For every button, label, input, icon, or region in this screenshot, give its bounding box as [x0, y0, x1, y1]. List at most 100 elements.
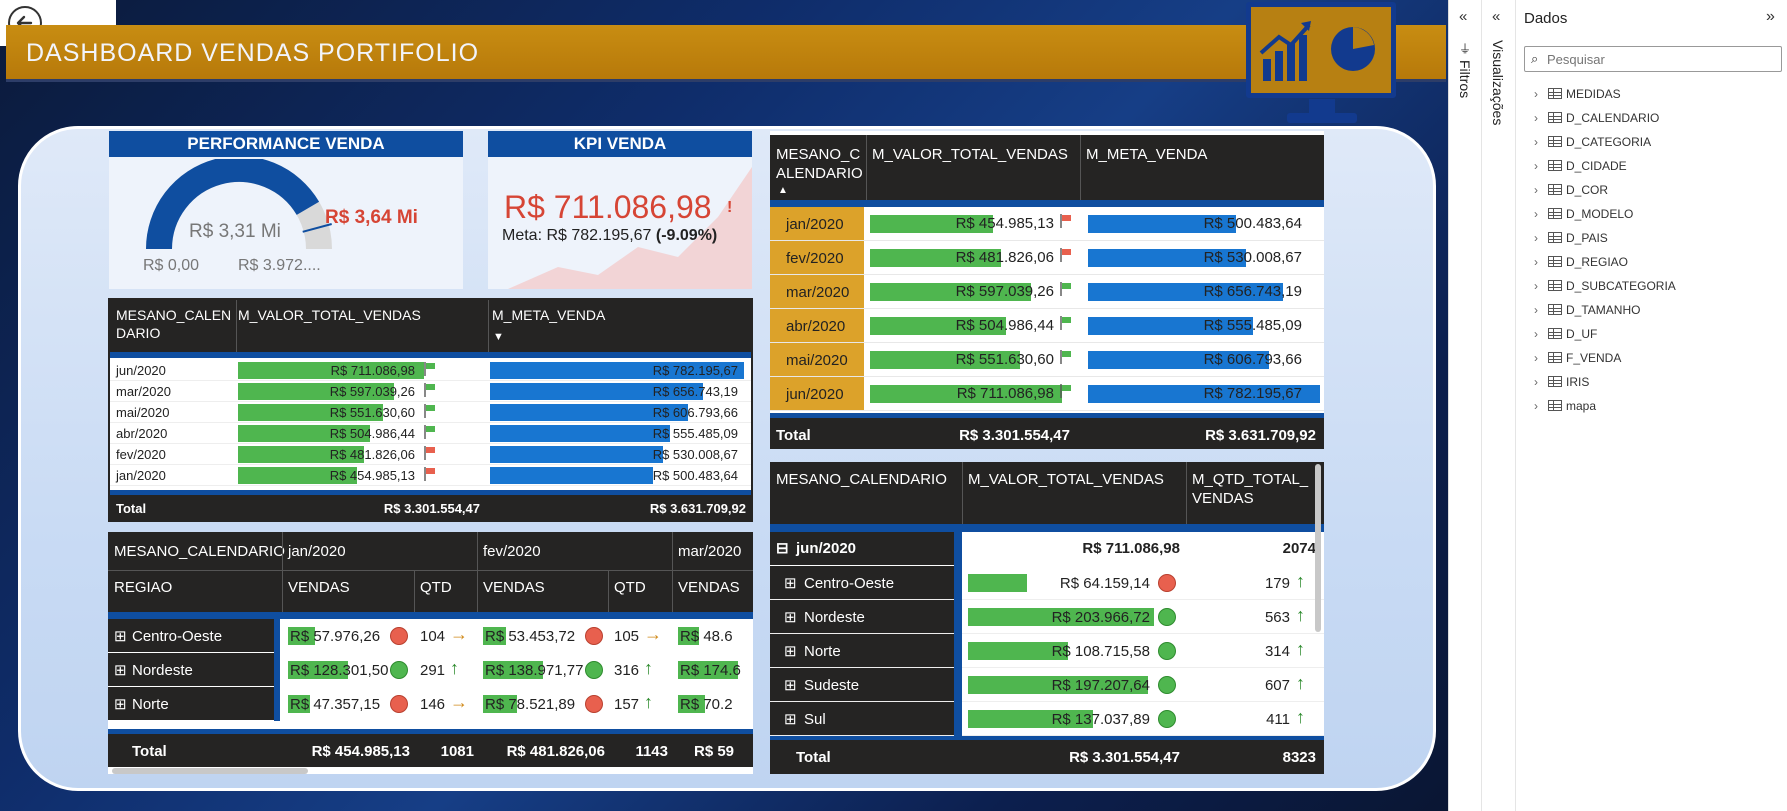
expand-icon[interactable]: ⊞ [114, 627, 127, 645]
table-icon [1548, 400, 1562, 411]
matrix-row[interactable]: ⊞ Nordeste R$ 203.966,72 563 ↑ [770, 566, 1324, 634]
matrix-header-valor[interactable]: M_VALOR_TOTAL_VENDAS [968, 470, 1164, 489]
search-input-box[interactable]: ⌕ [1524, 46, 1782, 72]
expand-icon[interactable]: ⊞ [784, 676, 797, 694]
visualizations-label[interactable]: Visualizações [1490, 40, 1506, 125]
table-sales-meta-left[interactable]: MESANO_CALEN DARIO M_VALOR_TOTAL_VENDAS … [108, 298, 753, 522]
chevron-right-icon[interactable]: › [1534, 299, 1546, 321]
col-header-meta[interactable]: M_META_VENDA [1086, 145, 1207, 164]
chevron-right-icon[interactable]: › [1534, 395, 1546, 417]
expand-icon[interactable]: ⊞ [784, 642, 797, 660]
table-row[interactable]: jun/2020 R$ 711.086,98 R$ 782.195,67 [110, 360, 751, 381]
chevron-right-icon[interactable]: › [1534, 179, 1546, 201]
filters-pane-collapsed[interactable]: « ⏚ Filtros [1448, 0, 1482, 811]
field-iris[interactable]: › IRIS [1534, 371, 1589, 393]
field-label: IRIS [1566, 375, 1590, 389]
expand-pane-icon[interactable]: » [1766, 8, 1775, 26]
col-header-valor[interactable]: M_VALOR_TOTAL_VENDAS [238, 306, 421, 325]
collapse-icon[interactable]: ⊟ [776, 539, 789, 557]
col-header-mesano[interactable]: MESANO_CALEN DARIO [116, 306, 231, 342]
field-d_uf[interactable]: › D_UF [1534, 323, 1597, 345]
table-row[interactable]: jan/2020 R$ 454.985,13 R$ 500.483,64 [110, 465, 751, 486]
flag-icon [424, 425, 435, 439]
field-mapa[interactable]: › mapa [1534, 395, 1596, 417]
kpi-meta: Meta: R$ 782.195,67 (-9.09%) [502, 227, 718, 244]
matrix-row[interactable]: ⊞ Centro-Oeste R$ 57.976,26 104 → R$ 53.453,7… [108, 619, 753, 653]
table-row[interactable]: jan/2020 R$ 454.985,13 R$ 500.483,64 [770, 207, 1324, 241]
chevron-right-icon[interactable]: › [1534, 131, 1546, 153]
matrix-row[interactable]: ⊞ Nordeste R$ 128.301,50 291 ↑ R$ 138.971,77 3… [108, 653, 753, 687]
kpi-card[interactable]: KPI VENDA R$ 711.086,98 ! Meta: R$ 782.1… [488, 131, 752, 289]
col-header-valor[interactable]: M_VALOR_TOTAL_VENDAS [872, 145, 1068, 164]
matrix-row[interactable]: ⊞ Norte R$ 108.715,58 314 ↑ [770, 600, 1324, 668]
sort-asc-icon: ▲ [778, 185, 788, 196]
chevron-right-icon[interactable]: › [1534, 107, 1546, 129]
field-d_cidade[interactable]: › D_CIDADE [1534, 155, 1627, 177]
chevron-right-icon[interactable]: › [1534, 227, 1546, 249]
status-icon [1158, 608, 1176, 626]
expand-icon[interactable]: ⊞ [784, 710, 797, 728]
matrix-header-mesano[interactable]: MESANO_CALENDARIO [776, 470, 947, 489]
matrix-regions-month[interactable]: MESANO_CALENDARIO REGIAO jan/2020 fev/20… [108, 532, 753, 774]
month-cell: mar/2020 [116, 384, 171, 399]
expand-icon[interactable]: ⊞ [114, 661, 127, 679]
chevron-right-icon[interactable]: › [1534, 83, 1546, 105]
chevron-right-icon[interactable]: › [1534, 155, 1546, 177]
expand-icon[interactable]: ⊞ [114, 695, 127, 713]
table-sales-meta-right[interactable]: MESANO_C ALENDARIO M_VALOR_TOTAL_VENDAS … [770, 131, 1324, 449]
field-d_pais[interactable]: › D_PAIS [1534, 227, 1608, 249]
chevron-right-icon[interactable]: › [1534, 275, 1546, 297]
side-panes: « ⏚ Filtros « Visualizações Dados » ⌕ › M… [1448, 0, 1787, 811]
visualizations-pane-collapsed[interactable]: « Visualizações [1482, 0, 1516, 811]
table-row[interactable]: jun/2020 R$ 711.086,98 R$ 782.195,67 [770, 377, 1324, 411]
collapse-filters-icon[interactable]: « [1459, 8, 1467, 25]
table-row[interactable]: mai/2020 R$ 551.630,60 R$ 606.793,66 [110, 402, 751, 423]
chevron-right-icon[interactable]: › [1534, 347, 1546, 369]
filters-label[interactable]: Filtros [1457, 60, 1473, 98]
table-row[interactable]: mar/2020 R$ 597.039,26 R$ 656.743,19 [110, 381, 751, 402]
chevron-right-icon[interactable]: › [1534, 323, 1546, 345]
search-input[interactable] [1547, 50, 1773, 68]
matrix-row[interactable]: ⊞ Sul R$ 137.037,89 411 ↑ [770, 668, 1324, 736]
matrix-header-mesano[interactable]: MESANO_CALENDARIO [114, 542, 285, 561]
matrix-header-regiao[interactable]: REGIAO [114, 578, 172, 597]
search-icon: ⌕ [1531, 51, 1539, 66]
table-row[interactable]: fev/2020 R$ 481.826,06 R$ 530.008,67 [770, 241, 1324, 275]
matrix-row[interactable]: ⊞ Centro-Oeste R$ 64.159,14 179 ↑ [770, 532, 1324, 600]
expand-icon[interactable]: ⊞ [784, 608, 797, 626]
divider [274, 687, 280, 721]
flag-icon [1060, 248, 1071, 262]
chevron-right-icon[interactable]: › [1534, 203, 1546, 225]
chevron-right-icon[interactable]: › [1534, 251, 1546, 273]
expand-icon[interactable]: ⊞ [784, 574, 797, 592]
field-d_tamanho[interactable]: › D_TAMANHO [1534, 299, 1640, 321]
field-d_subcategoria[interactable]: › D_SUBCATEGORIA [1534, 275, 1676, 297]
matrix-row[interactable]: ⊞ Sudeste R$ 197.207,64 607 ↑ [770, 634, 1324, 702]
field-medidas[interactable]: › MEDIDAS [1534, 83, 1621, 105]
flag-icon [424, 383, 435, 397]
performance-card[interactable]: PERFORMANCE VENDA R$ 3,31 Mi R$ 3,64 Mi … [109, 131, 463, 289]
table-row[interactable]: mar/2020 R$ 597.039,26 R$ 656.743,19 [770, 275, 1324, 309]
chevron-right-icon[interactable]: › [1534, 371, 1546, 393]
group-row-label[interactable]: ⊟ jun/2020 [770, 532, 960, 565]
col-header-meta[interactable]: M_META_VENDA [492, 306, 605, 325]
table-row[interactable]: abr/2020 R$ 504.986,44 R$ 555.485,09 [110, 423, 751, 444]
field-d_categoria[interactable]: › D_CATEGORIA [1534, 131, 1651, 153]
table-row[interactable]: abr/2020 R$ 504.986,44 R$ 555.485,09 [770, 309, 1324, 343]
field-f_venda[interactable]: › F_VENDA [1534, 347, 1621, 369]
field-d_regiao[interactable]: › D_REGIAO [1534, 251, 1628, 273]
vertical-scrollbar[interactable] [1315, 464, 1321, 632]
matrix-header-qtd[interactable]: M_QTD_TOTAL_ VENDAS [1192, 470, 1308, 508]
matrix-row[interactable]: ⊞ Norte R$ 47.357,15 146 → R$ 78.521,89 157 ↑ R$… [108, 687, 753, 721]
matrix-region-drill[interactable]: MESANO_CALENDARIO M_VALOR_TOTAL_VENDAS M… [770, 462, 1324, 774]
table-row[interactable]: fev/2020 R$ 481.826,06 R$ 530.008,67 [110, 444, 751, 465]
qtd-cell: 563 [1264, 609, 1290, 626]
field-d_cor[interactable]: › D_COR [1534, 179, 1608, 201]
collapse-visual-icon[interactable]: « [1492, 8, 1500, 25]
table-row[interactable]: mai/2020 R$ 551.630,60 R$ 606.793,66 [770, 343, 1324, 377]
field-label: D_SUBCATEGORIA [1566, 279, 1676, 293]
field-d_calendario[interactable]: › D_CALENDARIO [1534, 107, 1659, 129]
col-header-mesano[interactable]: MESANO_C ALENDARIO [776, 145, 866, 183]
horizontal-scrollbar[interactable] [112, 768, 308, 774]
field-d_modelo[interactable]: › D_MODELO [1534, 203, 1633, 225]
